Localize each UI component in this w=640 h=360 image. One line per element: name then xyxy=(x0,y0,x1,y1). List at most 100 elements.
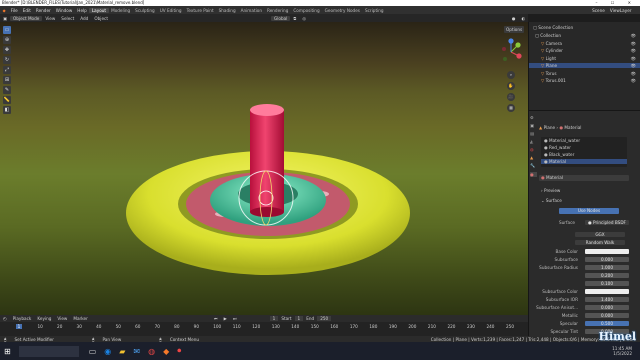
outliner-item[interactable]: ▽ Torus.001 👁 xyxy=(529,78,640,83)
timeline-track[interactable]: 1102030405060708090100110120130140150160… xyxy=(0,322,528,336)
menu-help[interactable]: Help xyxy=(75,8,90,13)
distribution-dropdown[interactable]: GGX xyxy=(575,232,625,237)
material-slot[interactable]: ● Material xyxy=(541,159,627,164)
play-icon[interactable]: ▶ xyxy=(221,316,230,321)
outliner-item[interactable]: ▽ Torus 👁 xyxy=(529,71,640,76)
tab-scripting[interactable]: Scripting xyxy=(362,8,386,13)
options-dropdown[interactable]: Options xyxy=(504,26,525,33)
material-slot[interactable]: ● Red_water xyxy=(541,145,627,150)
menu-select[interactable]: Select xyxy=(58,16,77,21)
recorder-icon[interactable]: ⏺ xyxy=(177,346,181,356)
shader-input-field[interactable]: 0.000 xyxy=(585,305,629,310)
axis-gizmo[interactable] xyxy=(498,38,524,66)
shader-input-field[interactable] xyxy=(585,249,629,254)
perspective-grid-icon[interactable]: ▦ xyxy=(507,104,515,112)
menu-edit[interactable]: Edit xyxy=(20,8,33,13)
taskbar-search-icon[interactable] xyxy=(18,345,79,357)
tab-sculpting[interactable]: Sculpting xyxy=(133,8,158,13)
visibility-eye-icon[interactable]: 👁 xyxy=(631,63,636,69)
material-slot[interactable]: ● Material_water xyxy=(541,138,627,143)
surface-panel-header[interactable]: ⌄ Surface xyxy=(541,198,562,203)
zoom-icon[interactable]: ⌕ xyxy=(507,71,515,79)
tab-rendering[interactable]: Rendering xyxy=(264,8,290,13)
task-view-icon[interactable]: ▭ xyxy=(89,347,97,356)
tab-modeling[interactable]: Modeling xyxy=(109,8,133,13)
jump-end-icon[interactable]: ⏭ xyxy=(230,316,240,321)
modifier-tab-icon[interactable]: 🔧 xyxy=(530,163,537,169)
proportional-icon[interactable]: ◎ xyxy=(299,16,309,21)
select-box-icon[interactable]: ▭ xyxy=(3,26,11,34)
shader-input-field[interactable]: 0.100 xyxy=(585,281,629,286)
menu-playback[interactable]: Playback xyxy=(10,316,35,321)
visibility-eye-icon[interactable]: 👁 xyxy=(631,33,636,39)
menu-add[interactable]: Add xyxy=(77,16,91,21)
outliner-item[interactable]: ▽ Cylinder 👁 xyxy=(529,48,640,53)
shader-input-field[interactable]: 1.000 xyxy=(585,265,629,270)
material-slot[interactable]: ● Black_water xyxy=(541,152,627,157)
visibility-eye-icon[interactable]: 👁 xyxy=(631,78,636,84)
use-nodes-button[interactable]: Use Nodes xyxy=(559,208,619,214)
camera-view-icon[interactable]: 🎥 xyxy=(507,93,515,101)
orientation-dropdown[interactable]: Global xyxy=(270,15,291,21)
mail-icon[interactable]: ✉ xyxy=(133,347,140,356)
shader-input-field[interactable]: 0.200 xyxy=(585,273,629,278)
rotate-icon[interactable]: ↻ xyxy=(3,56,11,64)
jump-start-icon[interactable]: ⏮ xyxy=(211,316,221,321)
end-frame-field[interactable]: 250 xyxy=(317,316,332,321)
cursor-icon[interactable]: ⊕ xyxy=(3,36,11,44)
annotate-icon[interactable]: ✎ xyxy=(3,86,11,94)
tab-animation[interactable]: Animation xyxy=(238,8,264,13)
mode-dropdown[interactable]: Object Mode xyxy=(9,15,43,21)
tab-geometry-nodes[interactable]: Geometry Nodes xyxy=(322,8,362,13)
outliner-item[interactable]: ▽ Light 👁 xyxy=(529,56,640,61)
system-clock[interactable]: 11:45 AM 1/5/2022 xyxy=(612,346,632,356)
preview-panel-header[interactable]: › Preview xyxy=(541,188,560,193)
start-frame-field[interactable]: 1 xyxy=(294,316,304,321)
timeline-editor-icon[interactable]: ◴ xyxy=(0,316,10,321)
viewlayer-selector[interactable]: ViewLayer xyxy=(607,8,634,13)
tab-compositing[interactable]: Compositing xyxy=(291,8,322,13)
visibility-eye-icon[interactable]: 👁 xyxy=(631,56,636,62)
menu-window[interactable]: Window xyxy=(53,8,75,13)
tab-shading[interactable]: Shading xyxy=(216,8,238,13)
blender-logo-icon[interactable]: ◆ xyxy=(0,8,8,13)
surface-shader-field[interactable]: ● Principled BSDF xyxy=(585,220,629,225)
outliner-item[interactable]: ▢ Collection 👁 xyxy=(529,33,640,38)
scale-icon[interactable]: ⤢ xyxy=(3,66,11,74)
visibility-eye-icon[interactable]: 👁 xyxy=(631,41,636,47)
add-cube-icon[interactable]: ◧ xyxy=(3,106,11,114)
windows-start-icon[interactable]: ⊞ xyxy=(4,347,11,356)
tool-tab-icon[interactable]: ⚙ xyxy=(530,115,537,120)
outliner-item[interactable]: ▽ Plane 👁 xyxy=(529,63,640,68)
shader-input-field[interactable]: 0.500 xyxy=(585,321,629,326)
menu-object[interactable]: Object xyxy=(91,16,111,21)
material-datablock[interactable]: ● Material xyxy=(539,175,629,181)
shader-input-field[interactable] xyxy=(585,289,629,294)
subsurface-method-dropdown[interactable]: Random Walk xyxy=(575,240,625,245)
shading-rendered-icon[interactable]: ◐ xyxy=(518,16,528,21)
file-explorer-icon[interactable]: ▰ xyxy=(119,347,125,356)
transform-icon[interactable]: ⊞ xyxy=(3,76,11,84)
editor-type-icon[interactable]: ▣ xyxy=(0,16,10,21)
measure-icon[interactable]: 📏 xyxy=(3,96,11,104)
3d-viewport[interactable] xyxy=(0,22,528,315)
scene-tab-icon[interactable]: ◭ xyxy=(530,139,537,144)
menu-marker[interactable]: Marker xyxy=(70,316,90,321)
move-icon[interactable]: ✥ xyxy=(3,46,11,54)
menu-file[interactable]: File xyxy=(8,8,20,13)
shader-input-field[interactable]: 1.400 xyxy=(585,297,629,302)
tab-texture-paint[interactable]: Texture Paint xyxy=(184,8,216,13)
menu-render[interactable]: Render xyxy=(33,8,53,13)
material-tab-icon[interactable]: ● xyxy=(530,172,537,177)
menu-view[interactable]: View xyxy=(42,16,58,21)
shading-solid-icon[interactable]: ● xyxy=(509,16,519,21)
edge-browser-icon[interactable]: ◉ xyxy=(104,347,111,356)
pan-hand-icon[interactable]: ✋ xyxy=(507,82,515,90)
blender-taskbar-icon[interactable]: ◆ xyxy=(163,347,169,356)
playhead[interactable]: 1 xyxy=(16,324,22,329)
output-tab-icon[interactable]: ▤ xyxy=(530,131,537,136)
menu-view-timeline[interactable]: View xyxy=(54,316,70,321)
chrome-icon[interactable]: ◍ xyxy=(148,347,155,356)
tab-layout[interactable]: Layout xyxy=(89,7,109,13)
snap-icon[interactable]: ⧉ xyxy=(290,16,299,21)
